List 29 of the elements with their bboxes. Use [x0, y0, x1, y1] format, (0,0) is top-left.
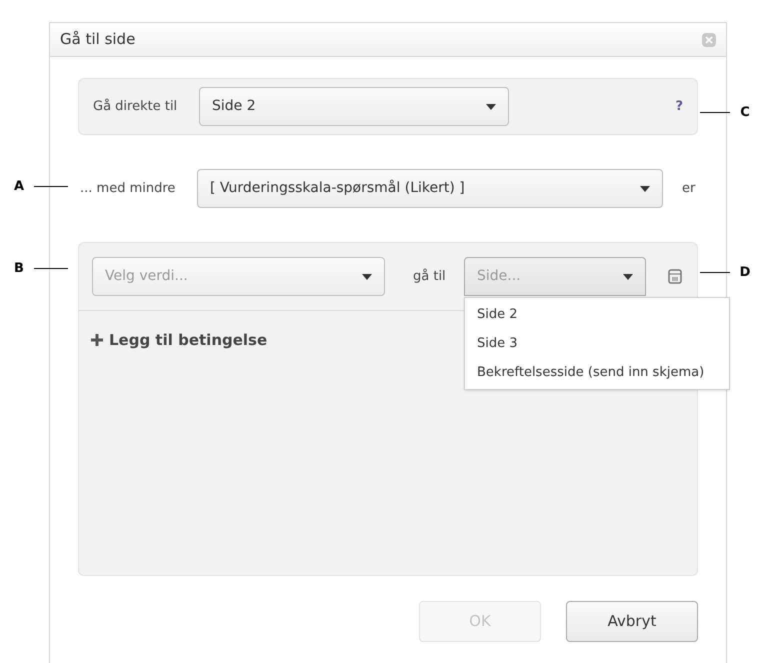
- condition-suffix: er: [682, 180, 696, 198]
- caret-icon: [623, 274, 633, 280]
- direct-label: Gå direkte til: [93, 98, 178, 116]
- goto-label: gå til: [413, 268, 447, 286]
- menu-item[interactable]: Side 2: [465, 300, 729, 329]
- caret-icon: [362, 274, 372, 280]
- callout-letter: C: [739, 104, 751, 122]
- add-condition-button[interactable]: Legg til betingelse: [91, 329, 268, 352]
- trash-icon: [668, 269, 682, 284]
- dialog-button[interactable]: Avbryt: [566, 601, 698, 642]
- caret-icon: [486, 104, 496, 110]
- condition-prefix: ... med mindre: [79, 180, 176, 198]
- menu-item[interactable]: Side 3: [465, 329, 729, 358]
- leader-line: [34, 186, 68, 188]
- leader-line: [700, 112, 730, 114]
- page-dropdown[interactable]: Side 2: [199, 87, 509, 126]
- delete-button[interactable]: [668, 269, 682, 284]
- window-title: Gå til side: [60, 29, 136, 50]
- leader-line: [34, 268, 68, 270]
- menu-item[interactable]: Bekreftelsesside (send inn skjema): [465, 358, 729, 387]
- callout-letter: D: [738, 264, 752, 282]
- leader-line: [700, 272, 730, 274]
- plus-icon: [91, 334, 103, 346]
- callout-letter: A: [12, 178, 26, 196]
- caret-icon: [640, 186, 650, 192]
- callout-letter: B: [13, 260, 25, 278]
- close-icon: [705, 36, 713, 44]
- question-dropdown[interactable]: [ Vurderingsskala-spørsmål (Likert) ]: [197, 169, 663, 208]
- help-icon[interactable]: ?: [675, 96, 683, 116]
